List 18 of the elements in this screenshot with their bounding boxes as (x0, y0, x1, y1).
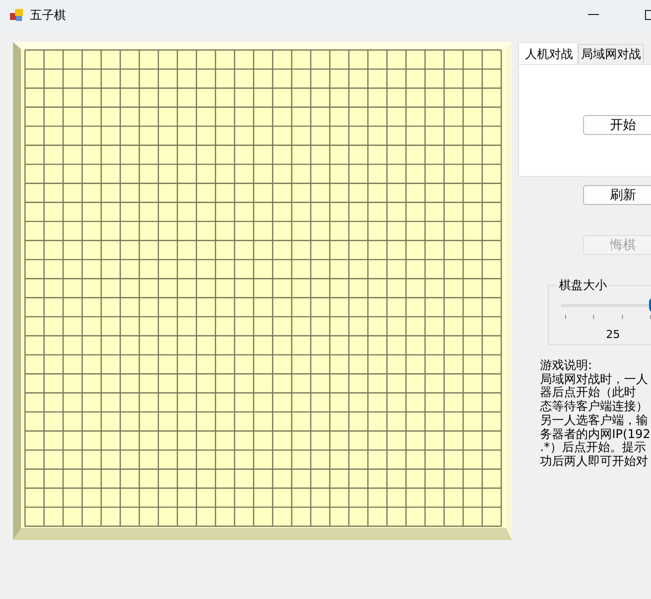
minimize-icon[interactable] (588, 14, 599, 16)
instructions-text: 局域网对战时，一人 (540, 372, 649, 386)
instructions-text: 游戏说明: (540, 359, 594, 373)
tab[interactable]: 局域网对战 (578, 44, 644, 64)
size-slider[interactable] (561, 298, 651, 312)
instructions-text: 器后点开始（此时 (540, 386, 637, 400)
refresh-button[interactable]: 刷新 (583, 185, 651, 205)
app-icon (10, 8, 24, 22)
tab[interactable]: 人机对战 (518, 42, 578, 64)
instructions-text: 另一人选客户端，输 (540, 414, 649, 428)
group-title: 棋盘大小 (558, 277, 608, 294)
start-button[interactable]: 开始 (583, 115, 651, 135)
instructions-text: 态等待客户端连接） (540, 400, 649, 414)
instructions-text: 务器者的内网IP(192. (540, 428, 651, 441)
instructions-text: 功后两人即可开始对 (540, 454, 649, 469)
instructions-text: .*）后点开始。提示 (540, 441, 647, 455)
window-title: 五子棋 (30, 6, 66, 24)
size-value: 25 (606, 328, 621, 341)
